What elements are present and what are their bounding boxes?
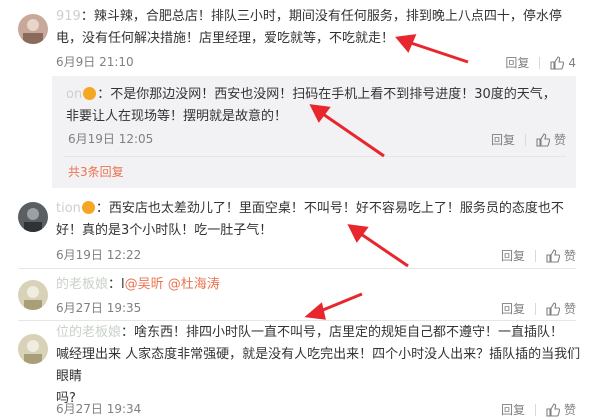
reply-divider <box>64 156 566 157</box>
comment-actions: 回复 4 <box>505 54 576 71</box>
mention-link[interactable]: @杜海涛 <box>168 277 220 292</box>
reply-button[interactable]: 回复 <box>501 300 525 317</box>
divider <box>534 302 536 315</box>
vip-badge-icon <box>83 87 97 100</box>
timestamp: 6月19日 12:05 <box>68 132 154 146</box>
comment-text: 位的老板娘：啥东西！排四小时队一直不叫号，店里定的规矩自己都不遵守！一直插队！ … <box>56 325 581 406</box>
username[interactable]: 919 <box>56 9 81 24</box>
thumbs-up-icon <box>550 55 565 70</box>
divider <box>534 249 536 262</box>
thumbs-up-icon <box>546 402 560 417</box>
comment-divider <box>18 268 576 269</box>
username[interactable]: 位的老板娘 <box>56 325 121 340</box>
mention-link[interactable]: @吴昕 <box>125 277 164 292</box>
username[interactable]: 的老板娘 <box>56 277 108 292</box>
more-replies-link[interactable]: 共3条回复 <box>68 163 124 180</box>
like-count: 4 <box>568 55 576 70</box>
reply-button[interactable]: 回复 <box>501 247 525 264</box>
comment-text: 919：辣斗辣，合肥总店！排队三小时，期间没有任何服务，排到晚上八点四十，停水停… <box>56 9 562 46</box>
vip-badge-icon <box>81 201 95 214</box>
timestamp: 6月19日 12:22 <box>56 248 142 262</box>
avatar[interactable] <box>18 334 48 364</box>
username[interactable]: tion <box>56 201 81 216</box>
reply-actions: 回复 赞 <box>491 131 566 148</box>
arrow-icon <box>304 292 363 320</box>
reply-button[interactable]: 回复 <box>491 131 515 148</box>
comment-actions: 回复 赞 <box>501 300 576 317</box>
reply-button[interactable]: 回复 <box>501 401 525 418</box>
reply-button[interactable]: 回复 <box>505 54 529 71</box>
timestamp: 6月27日 19:34 <box>56 402 142 416</box>
like-button[interactable]: 赞 <box>546 247 576 264</box>
timestamp: 6月9日 21:10 <box>56 55 134 69</box>
like-button[interactable]: 赞 <box>546 401 576 418</box>
comment-text: tion ：西安店也太差劲儿了！里面空桌！不叫号！好不容易吃上了！服务员的态度也不… <box>56 201 564 238</box>
divider <box>524 133 526 146</box>
like-button[interactable]: 赞 <box>546 300 576 317</box>
thumbs-up-icon <box>536 132 550 147</box>
comment-text: 的老板娘：l@吴昕 @杜海涛 <box>56 277 220 292</box>
timestamp: 6月27日 19:35 <box>56 301 142 315</box>
avatar[interactable] <box>18 280 48 310</box>
like-button[interactable]: 4 <box>550 56 576 70</box>
divider <box>539 56 541 69</box>
thumbs-up-icon <box>546 301 560 316</box>
thumbs-up-icon <box>546 248 560 263</box>
reply-text: on ：不是你那边没网！西安也没网！扫码在手机上看不到排号进度！30度的天气， 非… <box>66 87 556 124</box>
avatar[interactable] <box>18 202 48 232</box>
like-button[interactable]: 赞 <box>536 131 566 148</box>
divider <box>534 403 536 416</box>
comment-divider <box>18 320 576 321</box>
avatar[interactable] <box>18 14 48 44</box>
comment-actions: 回复 赞 <box>501 247 576 264</box>
username[interactable]: on <box>66 87 82 102</box>
comment-actions: 回复 赞 <box>501 401 576 418</box>
